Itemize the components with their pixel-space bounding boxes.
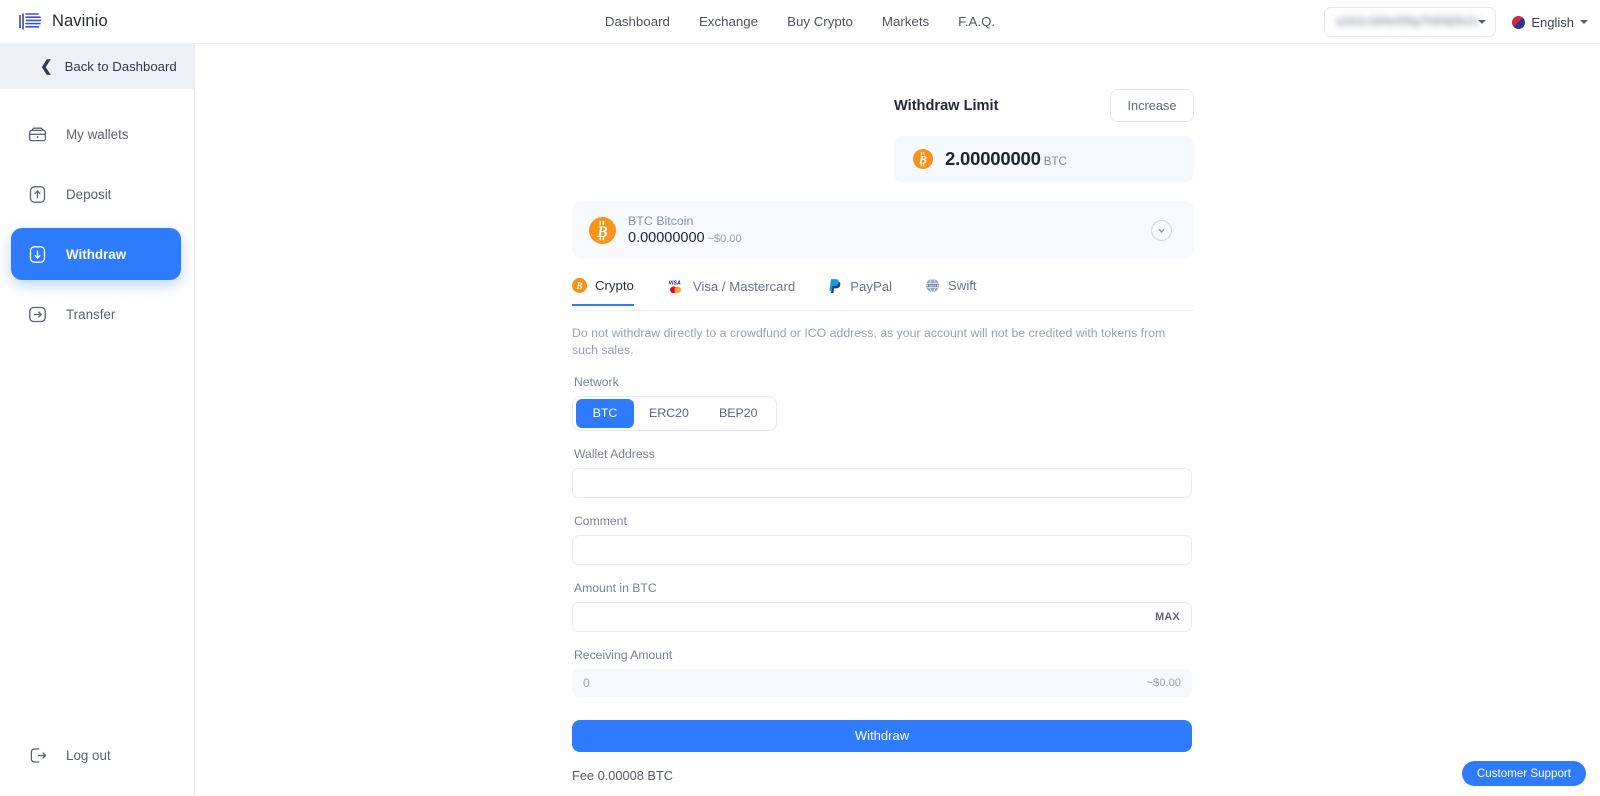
sidebar-item-label: Deposit [66, 186, 112, 202]
svg-text:SWIFT: SWIFT [929, 285, 936, 287]
receiving-amount-value: 0 [583, 675, 590, 690]
tab-crypto[interactable]: B Crypto [572, 278, 634, 306]
topnav-item-dashboard[interactable]: Dashboard [605, 14, 670, 29]
bitcoin-icon: B [572, 278, 587, 293]
top-bar: Navinio Dashboard Exchange Buy Crypto Ma… [0, 0, 1600, 44]
main-content: Withdraw Limit Increase B 2.00000000BTC [195, 44, 1600, 796]
withdraw-limit-box: B 2.00000000 BTC [894, 136, 1194, 182]
withdraw-limit-amount: 2.00000000 [945, 148, 1041, 169]
brand-name: Navinio [52, 12, 108, 30]
bitcoin-icon: B [589, 216, 616, 244]
topnav-item-buy-crypto[interactable]: Buy Crypto [787, 14, 853, 29]
network-label: Network [574, 374, 619, 389]
wallet-address-input[interactable] [584, 468, 1180, 497]
sidebar-item-label: Withdraw [66, 246, 127, 262]
wallet-icon [28, 127, 47, 141]
network-option-bep20[interactable]: BEP20 [704, 399, 773, 428]
network-option-btc[interactable]: BTC [576, 398, 634, 428]
receiving-amount-usd: ~$0.00 [1146, 676, 1181, 689]
increase-limit-button[interactable]: Increase [1110, 89, 1194, 122]
account-selector[interactable]: a1b2c3d4e5f6g7h8i9j0k1l2 [1324, 7, 1497, 37]
receiving-amount-label: Receiving Amount [574, 647, 673, 662]
sidebar-item-label: Transfer [66, 306, 116, 322]
withdraw-limit-title: Withdraw Limit [894, 97, 999, 114]
bitcoin-icon: B [913, 149, 933, 169]
coin-selector[interactable]: B BTC Bitcoin 0.00000000 ~$0.00 [572, 201, 1194, 259]
receiving-amount-field: 0 ~$0.00 [572, 668, 1192, 697]
sidebar-item-my-wallets[interactable]: My wallets [11, 108, 181, 160]
coin-balance: 0.00000000 [628, 230, 705, 247]
withdraw-notice: Do not withdraw directly to a crowdfund … [572, 326, 1166, 357]
back-to-dashboard-label: Back to Dashboard [64, 59, 177, 74]
language-selector[interactable]: English [1512, 15, 1588, 30]
brand-logo[interactable]: Navinio [17, 9, 197, 35]
chevron-down-circle-icon[interactable] [1151, 219, 1172, 241]
withdraw-panel: Withdraw Limit Increase B 2.00000000BTC [572, 44, 1194, 783]
sidebar-item-label: My wallets [66, 126, 129, 142]
amount-label: Amount in BTC [574, 580, 657, 595]
withdraw-limit-currency: BTC [1043, 156, 1067, 168]
swift-globe-icon: SWIFT [926, 278, 940, 293]
language-label: English [1531, 14, 1574, 30]
account-selector-value: a1b2c3d4e5f6g7h8i9j0k1l2 [1336, 16, 1479, 28]
tab-label: Crypto [595, 278, 634, 293]
network-option-erc20[interactable]: ERC20 [634, 399, 704, 428]
logout-button[interactable]: Log out [11, 745, 111, 766]
topnav-item-exchange[interactable]: Exchange [699, 14, 758, 29]
withdraw-submit-button[interactable]: Withdraw [572, 719, 1192, 752]
increase-limit-label: Increase [1127, 98, 1177, 113]
arrow-right-box-icon [29, 306, 46, 322]
tab-visa-mastercard[interactable]: VISA Visa / Mastercard [667, 278, 795, 307]
topnav-item-faq[interactable]: F.A.Q. [958, 14, 995, 29]
payment-method-tabs: B Crypto VISA Visa / Mastercard PayPal S… [572, 278, 1194, 311]
svg-text:B: B [576, 281, 583, 291]
chevron-down-icon [1478, 20, 1487, 24]
paypal-icon [829, 279, 841, 293]
coin-symbol-name: BTC Bitcoin [628, 213, 694, 228]
chevron-down-icon [1580, 20, 1588, 24]
visa-mastercard-icon: VISA [668, 281, 681, 294]
amount-field[interactable]: MAX [572, 601, 1192, 632]
arrow-up-box-icon [29, 185, 46, 203]
wallet-address-field[interactable] [572, 467, 1192, 498]
tab-label: Visa / Mastercard [692, 278, 796, 294]
tab-label: Swift [948, 278, 977, 293]
tab-label: PayPal [850, 278, 893, 294]
comment-input[interactable] [584, 535, 1180, 564]
amount-input[interactable] [584, 602, 1156, 631]
max-button[interactable]: MAX [1155, 611, 1180, 623]
sidebar-nav: My wallets Deposit Withdraw Transfer [0, 108, 194, 340]
chevron-left-icon: ❮ [40, 57, 53, 75]
sidebar-item-transfer[interactable]: Transfer [11, 288, 181, 340]
withdraw-fee: Fee 0.00008 BTC [572, 767, 674, 783]
sidebar-item-deposit[interactable]: Deposit [11, 168, 181, 220]
coin-selector-texts: BTC Bitcoin 0.00000000 ~$0.00 [628, 213, 1151, 248]
logout-label: Log out [66, 748, 111, 763]
arrow-down-box-icon [29, 245, 46, 263]
svg-text:B: B [596, 223, 608, 240]
svg-text:B: B [918, 153, 927, 167]
back-to-dashboard-button[interactable]: ❮ Back to Dashboard [0, 44, 194, 89]
tab-swift[interactable]: SWIFT Swift [925, 278, 977, 306]
logout-icon [30, 748, 47, 763]
wallet-address-label: Wallet Address [574, 446, 655, 461]
svg-text:VISA: VISA [668, 281, 680, 287]
comment-field[interactable] [572, 534, 1192, 565]
top-bar-right: a1b2c3d4e5f6g7h8i9j0k1l2 English [1324, 0, 1588, 44]
customer-support-button[interactable]: Customer Support [1461, 761, 1586, 786]
network-selector: BTC ERC20 BEP20 [572, 395, 777, 431]
coin-balance-usd: ~$0.00 [707, 233, 742, 246]
withdraw-limit-header: Withdraw Limit Increase [572, 89, 1194, 122]
flag-icon [1512, 15, 1526, 29]
topnav-item-markets[interactable]: Markets [882, 14, 929, 29]
comment-label: Comment [574, 513, 627, 528]
navinio-hex-logo-icon [19, 12, 42, 29]
tab-paypal[interactable]: PayPal [828, 278, 892, 307]
sidebar-item-withdraw[interactable]: Withdraw [11, 228, 181, 280]
sidebar: ❮ Back to Dashboard My wallets Deposit W… [0, 44, 195, 796]
